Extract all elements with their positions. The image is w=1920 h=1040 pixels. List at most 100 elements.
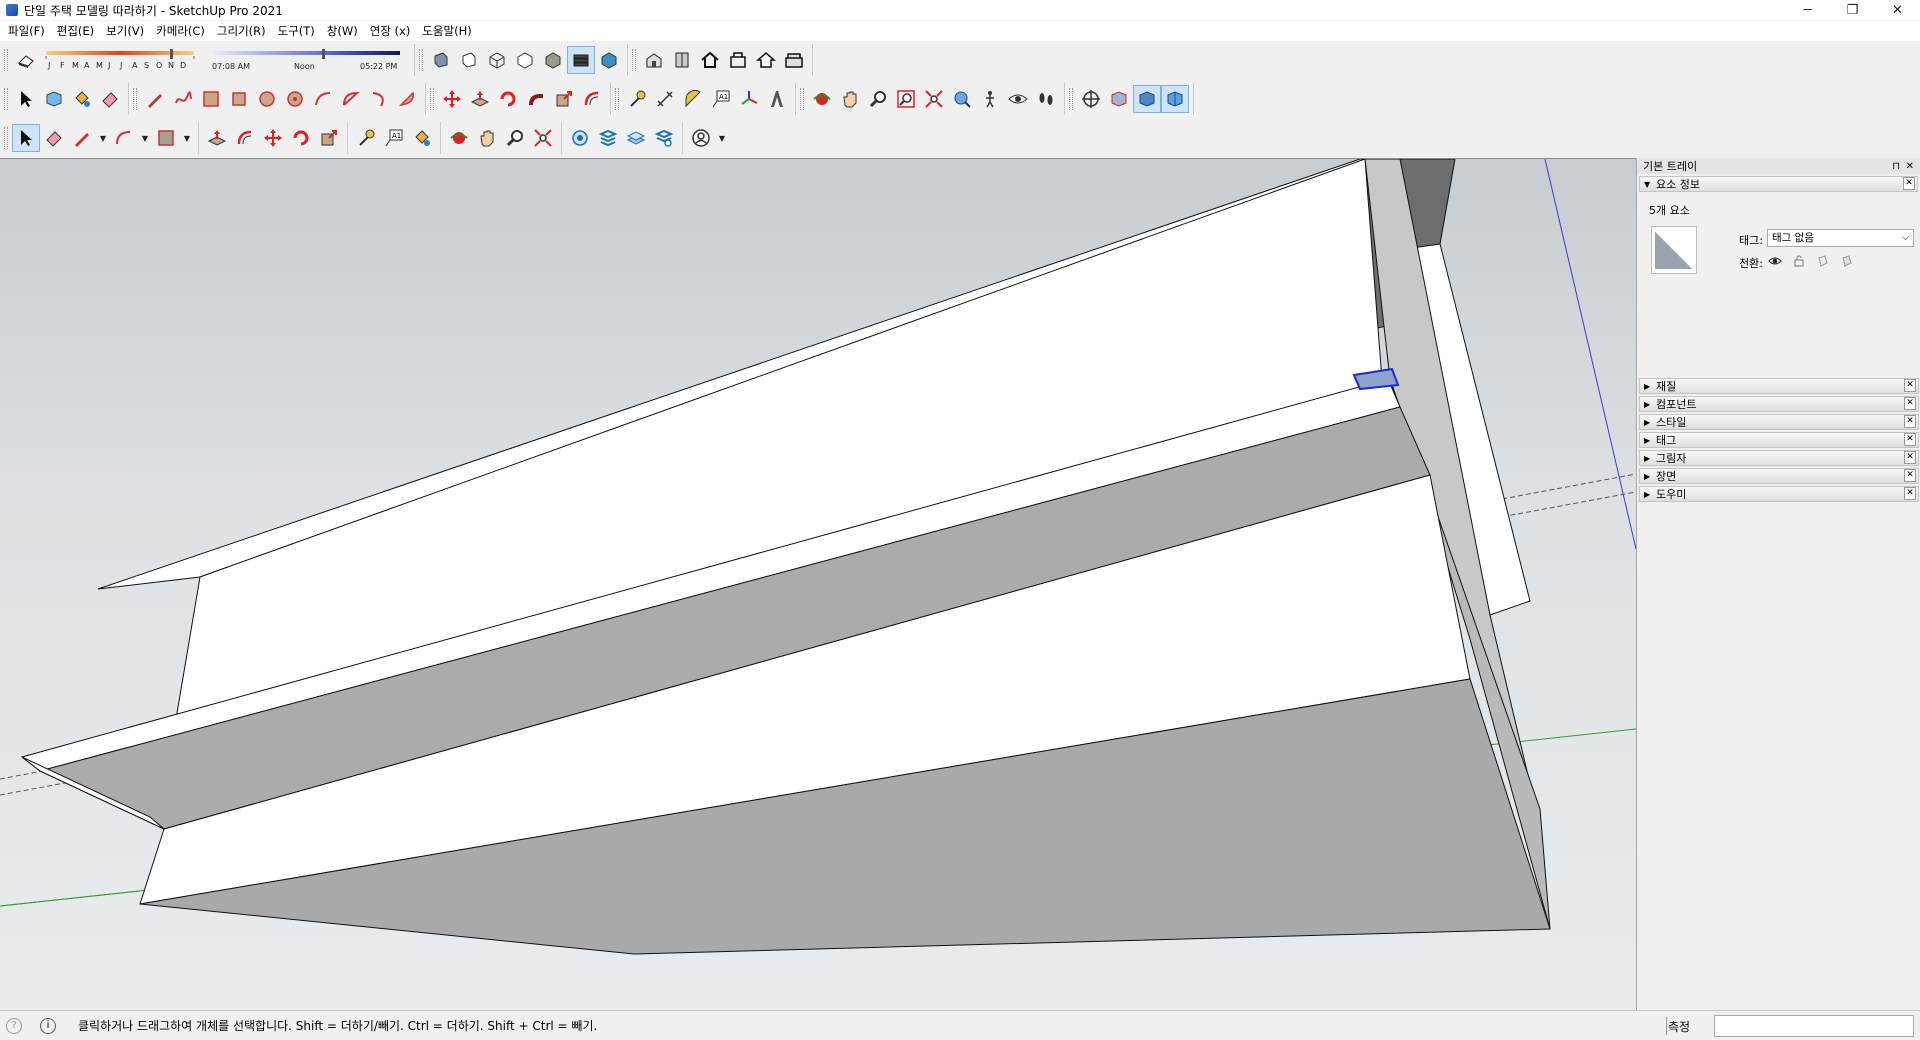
shaded-icon[interactable] — [540, 47, 566, 73]
freehand-icon[interactable] — [170, 86, 196, 112]
panel-materials-header[interactable]: ▶ 재질 ✕ — [1639, 378, 1919, 394]
menu-draw[interactable]: 그리기(R) — [211, 23, 272, 39]
scale-icon[interactable] — [316, 125, 342, 151]
toolbar-grip[interactable] — [4, 127, 8, 149]
shadow-time-slider[interactable]: 07:08 AM Noon 05:22 PM — [210, 47, 410, 73]
receive-shadows-icon[interactable] — [1815, 253, 1831, 269]
rectangle-dropdown-icon[interactable]: ▼ — [181, 125, 193, 151]
axes-icon[interactable] — [736, 86, 762, 112]
paint-bucket-icon[interactable] — [409, 125, 435, 151]
scale-icon[interactable] — [551, 86, 577, 112]
hidden-line-icon[interactable] — [512, 47, 538, 73]
polygon-icon[interactable] — [282, 86, 308, 112]
zoom-icon[interactable] — [865, 86, 891, 112]
move-icon[interactable] — [260, 125, 286, 151]
zoom-extents-icon[interactable] — [921, 86, 947, 112]
close-button[interactable]: ✕ — [1875, 0, 1920, 20]
panel-close-icon[interactable]: ✕ — [1904, 379, 1916, 392]
push-pull-icon[interactable] — [204, 125, 230, 151]
tape-measure-icon[interactable] — [353, 125, 379, 151]
follow-me-icon[interactable] — [523, 86, 549, 112]
two-point-arc-icon[interactable] — [338, 86, 364, 112]
section-cuts-icon[interactable] — [1133, 85, 1161, 113]
three-point-arc-icon[interactable] — [366, 86, 392, 112]
panel-scenes-header[interactable]: ▶ 장면 ✕ — [1639, 468, 1919, 484]
zoom-window-icon[interactable] — [893, 86, 919, 112]
panel-close-icon[interactable]: ✕ — [1904, 397, 1916, 410]
walk-icon[interactable] — [977, 86, 1003, 112]
tape-measure-icon[interactable] — [624, 86, 650, 112]
orbit-icon[interactable] — [446, 125, 472, 151]
visibility-eye-icon[interactable] — [1767, 253, 1783, 269]
menu-window[interactable]: 창(W) — [321, 23, 364, 39]
share-model-icon[interactable] — [781, 47, 807, 73]
eraser-icon[interactable] — [41, 125, 67, 151]
toolbar-grip[interactable] — [4, 49, 8, 71]
toolbar-grip[interactable] — [800, 88, 804, 110]
arc-icon[interactable] — [310, 86, 336, 112]
house-outline-icon[interactable] — [753, 47, 779, 73]
pan-icon[interactable] — [837, 86, 863, 112]
protractor-icon[interactable] — [680, 86, 706, 112]
shadow-toggle-icon[interactable] — [13, 47, 39, 73]
shadow-month-slider[interactable]: J F M A M J J A S O N D — [40, 47, 200, 73]
text-icon[interactable]: A1 — [708, 86, 734, 112]
select-icon[interactable] — [13, 86, 39, 112]
menu-camera[interactable]: 카메라(C) — [150, 23, 211, 39]
extension-warehouse-icon[interactable] — [725, 47, 751, 73]
menu-edit[interactable]: 편집(E) — [51, 23, 100, 39]
pencil-line-icon[interactable] — [69, 125, 95, 151]
minimize-button[interactable]: ─ — [1785, 0, 1830, 20]
home-icon[interactable] — [697, 47, 723, 73]
menu-view[interactable]: 보기(V) — [100, 23, 150, 39]
panel-close-icon[interactable]: ✕ — [1904, 469, 1916, 482]
back-edges-icon[interactable] — [456, 47, 482, 73]
rotated-rectangle-icon[interactable] — [226, 86, 252, 112]
measurement-input[interactable] — [1714, 1015, 1914, 1037]
look-around-icon[interactable] — [1005, 86, 1031, 112]
components-3d-icon[interactable] — [669, 47, 695, 73]
zoom-icon[interactable] — [502, 125, 528, 151]
orbit-icon[interactable] — [809, 86, 835, 112]
section-fill-icon[interactable] — [1161, 85, 1189, 113]
pan-icon[interactable] — [474, 125, 500, 151]
pie-icon[interactable] — [394, 86, 420, 112]
panel-styles-header[interactable]: ▶ 스타일 ✕ — [1639, 414, 1919, 430]
rectangle-icon[interactable] — [153, 125, 179, 151]
select-icon[interactable] — [12, 124, 40, 152]
circle-icon[interactable] — [254, 86, 280, 112]
footprint-icon[interactable] — [1033, 86, 1059, 112]
dimension-icon[interactable] — [652, 86, 678, 112]
toolbar-grip[interactable] — [133, 88, 137, 110]
toolbar-grip[interactable] — [4, 88, 8, 110]
3d-text-icon[interactable] — [764, 86, 790, 112]
menu-extensions[interactable]: 연장 (x) — [364, 23, 417, 39]
info-icon[interactable]: i — [40, 1017, 56, 1034]
menu-tools[interactable]: 도구(T) — [272, 23, 321, 39]
lock-icon[interactable] — [1791, 253, 1807, 269]
panel-close-icon[interactable]: ✕ — [1903, 177, 1915, 190]
pencil-line-icon[interactable] — [142, 86, 168, 112]
shaded-textures-icon[interactable] — [567, 46, 595, 74]
toolbar-grip[interactable] — [1069, 88, 1073, 110]
toolbar-grip[interactable] — [430, 88, 434, 110]
rectangle-icon[interactable] — [198, 86, 224, 112]
toolbar-grip[interactable] — [615, 88, 619, 110]
panel-shadows-header[interactable]: ▶ 그림자 ✕ — [1639, 450, 1919, 466]
display-section-icon[interactable] — [1106, 86, 1132, 112]
menu-file[interactable]: 파일(F) — [2, 23, 51, 39]
menu-help[interactable]: 도움말(H) — [416, 23, 477, 39]
section-plane-icon[interactable] — [1078, 86, 1104, 112]
text-icon[interactable]: A1 — [381, 125, 407, 151]
model-viewport[interactable] — [0, 158, 1636, 1010]
sandbox-icon[interactable] — [623, 125, 649, 151]
panel-close-icon[interactable]: ✕ — [1904, 415, 1916, 428]
panel-components-header[interactable]: ▶ 컴포넌트 ✕ — [1639, 396, 1919, 412]
maximize-button[interactable]: ❐ — [1830, 0, 1875, 20]
panel-close-icon[interactable]: ✕ — [1904, 451, 1916, 464]
panel-close-icon[interactable]: ✕ — [1904, 433, 1916, 446]
toolbar-grip[interactable] — [632, 49, 636, 71]
arc-icon[interactable] — [111, 125, 137, 151]
arc-dropdown-icon[interactable]: ▼ — [139, 125, 151, 151]
xray-face-icon[interactable] — [428, 47, 454, 73]
